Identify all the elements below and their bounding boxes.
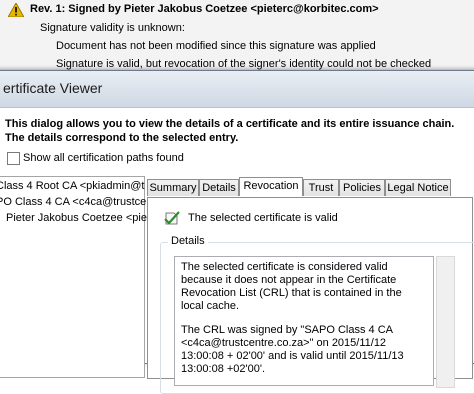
revocation-details-textbox[interactable]: The selected certificate is considered v…: [174, 256, 434, 386]
warning-icon: [8, 3, 24, 17]
dialog-intro-text: This dialog allows you to view the detai…: [5, 118, 455, 144]
revocation-tab-panel: The selected certificate is valid Detail…: [147, 197, 474, 394]
signature-title[interactable]: Rev. 1: Signed by Pieter Jakobus Coetzee…: [30, 3, 379, 15]
details-paragraph-2: The CRL was signed by "SAPO Class 4 CA <…: [181, 324, 404, 375]
signature-validity-unknown: Signature validity is unknown:: [40, 22, 185, 34]
dialog-title: ertificate Viewer: [3, 80, 103, 96]
signature-revocation-note: Signature is valid, but revocation of th…: [56, 58, 432, 70]
show-all-paths-label[interactable]: Show all certification paths found: [23, 152, 184, 164]
certificate-viewer-dialog: ertificate Viewer This dialog allows you…: [0, 70, 474, 394]
tab-revocation[interactable]: Revocation: [239, 177, 303, 196]
tree-item-root-ca[interactable]: Class 4 Root CA <pkiadmin@t: [0, 180, 144, 192]
details-group-label: Details: [168, 235, 208, 247]
show-all-paths-checkbox[interactable]: [7, 152, 20, 165]
tab-details[interactable]: Details: [199, 179, 239, 196]
dialog-titlebar[interactable]: ertificate Viewer: [0, 71, 474, 108]
signature-not-modified: Document has not been modified since thi…: [56, 40, 376, 52]
tree-item-intermediate-ca[interactable]: PO Class 4 CA <c4ca@trustcer: [0, 196, 150, 208]
tab-summary[interactable]: Summary: [147, 179, 199, 196]
tree-item-signer[interactable]: Pieter Jakobus Coetzee <pieter: [6, 212, 160, 224]
tab-legal-notice[interactable]: Legal Notice: [385, 179, 451, 196]
details-scrollbar[interactable]: [436, 256, 455, 388]
certificate-chain-tree[interactable]: Class 4 Root CA <pkiadmin@t PO Class 4 C…: [0, 176, 160, 378]
tab-trust[interactable]: Trust: [303, 179, 339, 196]
signature-panel: Rev. 1: Signed by Pieter Jakobus Coetzee…: [0, 0, 474, 76]
certificate-status-text: The selected certificate is valid: [188, 212, 338, 224]
details-paragraph-1: The selected certificate is considered v…: [181, 261, 402, 312]
valid-certificate-icon: [164, 211, 180, 225]
tab-policies[interactable]: Policies: [339, 179, 385, 196]
